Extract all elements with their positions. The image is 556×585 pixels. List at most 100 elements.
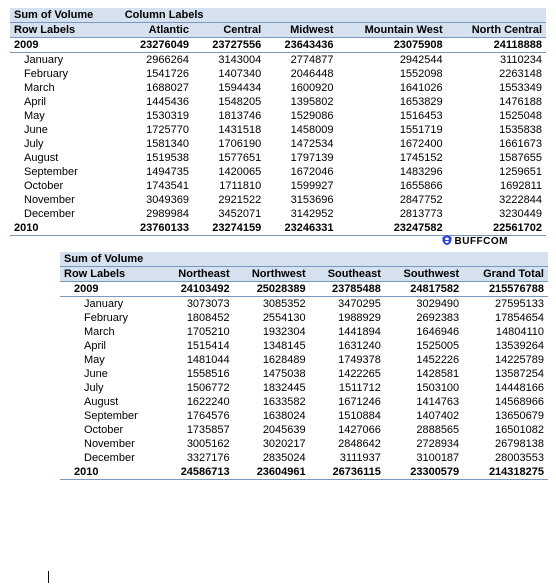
col-header: Midwest (265, 23, 337, 38)
value-cell: 2045639 (234, 423, 310, 437)
col-header: Mountain West (338, 23, 447, 38)
table-row: November30493692921522315369628477523222… (10, 193, 546, 207)
value-cell: 13650679 (463, 409, 548, 423)
value-cell: 2774877 (265, 53, 337, 68)
col-header: Southwest (385, 267, 463, 282)
value-cell: 1661673 (447, 137, 546, 151)
month-cell: November (10, 193, 121, 207)
value-cell: 2847752 (338, 193, 447, 207)
month-cell: November (60, 437, 161, 451)
value-cell: 1594434 (193, 81, 265, 95)
value-cell: 1458009 (265, 123, 337, 137)
buffcom-logo: BUFFCOM (441, 234, 509, 247)
pivot-table-2: Sum of Volume Row Labels Northeast North… (60, 252, 548, 480)
pivot-table-1: Sum of Volume Column Labels Row Labels A… (10, 8, 546, 236)
year-row-2009: 2009 24103492250283892378548824817582215… (60, 282, 548, 297)
value-cell: 1445436 (121, 95, 193, 109)
value-cell: 1541726 (121, 67, 193, 81)
month-cell: April (10, 95, 121, 109)
value-cell: 13539264 (463, 339, 548, 353)
value-cell: 1510884 (310, 409, 385, 423)
value-cell: 3110234 (447, 53, 546, 68)
value-cell: 1535838 (447, 123, 546, 137)
table-row: June17257701431518145800915517191535838 (10, 123, 546, 137)
table-row: September1494735142006516720461483296125… (10, 165, 546, 179)
value-cell: 1706190 (193, 137, 265, 151)
value-cell: 2813773 (338, 207, 447, 221)
col-header: North Central (447, 23, 546, 38)
month-cell: February (60, 311, 161, 325)
month-cell: August (60, 395, 161, 409)
brand-row: BUFFCOM (10, 236, 546, 252)
table-row: July15813401706190147253416724001661673 (10, 137, 546, 151)
value-cell: 1692811 (447, 179, 546, 193)
value-cell: 3452071 (193, 207, 265, 221)
table-row: September1764576163802415108841407402136… (60, 409, 548, 423)
value-cell: 1483296 (338, 165, 447, 179)
value-cell: 2888565 (385, 423, 463, 437)
value-cell: 27595133 (463, 297, 548, 312)
month-cell: September (60, 409, 161, 423)
value-cell: 1633582 (234, 395, 310, 409)
value-cell: 1622240 (161, 395, 234, 409)
value-cell: 1641026 (338, 81, 447, 95)
table-row: April15154141348145163124015250051353926… (60, 339, 548, 353)
value-cell: 1516453 (338, 109, 447, 123)
table-row: August1519538157765117971391745152158765… (10, 151, 546, 165)
value-cell: 1553349 (447, 81, 546, 95)
month-cell: March (10, 81, 121, 95)
value-cell: 1420065 (193, 165, 265, 179)
value-cell: 1587655 (447, 151, 546, 165)
value-cell: 3153696 (265, 193, 337, 207)
month-cell: May (60, 353, 161, 367)
value-cell: 1711810 (193, 179, 265, 193)
value-cell: 1452226 (385, 353, 463, 367)
value-cell: 1348145 (234, 339, 310, 353)
value-cell: 1638024 (234, 409, 310, 423)
month-cell: March (60, 325, 161, 339)
month-cell: January (10, 53, 121, 68)
value-cell: 1653829 (338, 95, 447, 109)
value-cell: 1725770 (121, 123, 193, 137)
value-cell: 1743541 (121, 179, 193, 193)
value-cell: 1745152 (338, 151, 447, 165)
month-cell: October (60, 423, 161, 437)
month-cell: August (10, 151, 121, 165)
value-cell: 1519538 (121, 151, 193, 165)
table-row: April14454361548205139580216538291476188 (10, 95, 546, 109)
month-cell: May (10, 109, 121, 123)
value-cell: 2848642 (310, 437, 385, 451)
value-cell: 1407402 (385, 409, 463, 423)
header-row: Row Labels Northeast Northwest Southeast… (60, 267, 548, 282)
value-cell: 3142952 (265, 207, 337, 221)
value-cell: 1552098 (338, 67, 447, 81)
month-cell: December (10, 207, 121, 221)
value-cell: 1655866 (338, 179, 447, 193)
value-cell: 3327176 (161, 451, 234, 465)
header-row: Row Labels Atlantic Central Midwest Moun… (10, 23, 546, 38)
value-cell: 3100187 (385, 451, 463, 465)
value-cell: 1506772 (161, 381, 234, 395)
value-cell: 1428581 (385, 367, 463, 381)
table-row: June155851614750381422265142858113587254 (60, 367, 548, 381)
value-cell: 14225789 (463, 353, 548, 367)
value-cell: 26798138 (463, 437, 548, 451)
month-cell: June (10, 123, 121, 137)
value-cell: 1503100 (385, 381, 463, 395)
value-cell: 1441894 (310, 325, 385, 339)
month-cell: December (60, 451, 161, 465)
table-row: December33271762835024311193731001872800… (60, 451, 548, 465)
value-cell: 1581340 (121, 137, 193, 151)
value-cell: 1813746 (193, 109, 265, 123)
table-row: February18084522554130198892926923831785… (60, 311, 548, 325)
value-cell: 1671246 (310, 395, 385, 409)
shield-icon (441, 234, 453, 246)
table-row: May15303191813746152908615164531525048 (10, 109, 546, 123)
value-cell: 1628489 (234, 353, 310, 367)
value-cell: 14448166 (463, 381, 548, 395)
table-row: December29899843452071314295228137733230… (10, 207, 546, 221)
table-row: November30051623020217284864227289342679… (60, 437, 548, 451)
row-labels-label: Row Labels (60, 267, 161, 282)
table-row: July150677218324451511712150310014448166 (60, 381, 548, 395)
col-header: Northeast (161, 267, 234, 282)
